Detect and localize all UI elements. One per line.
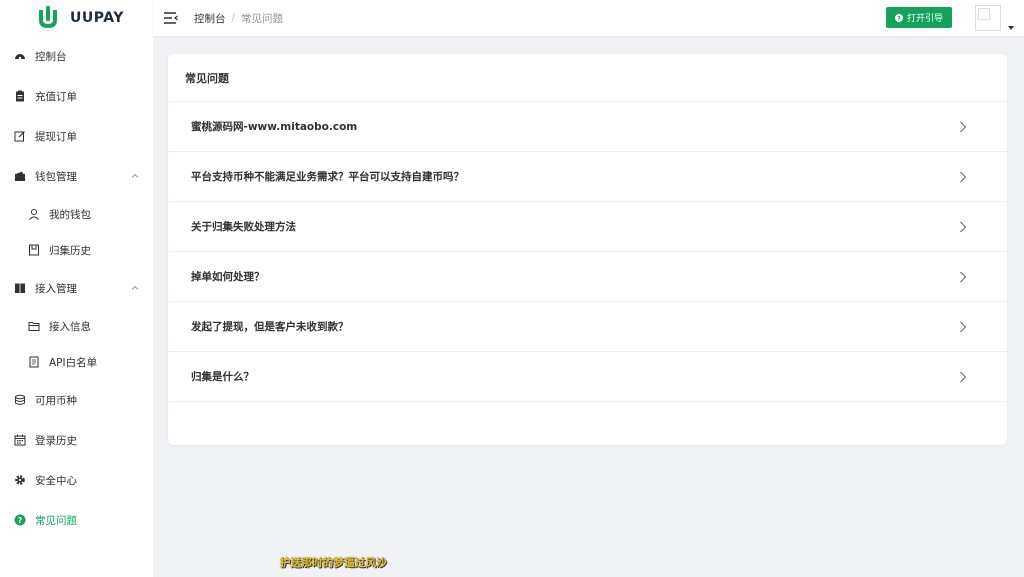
sidebar-item-label: 接入管理 [35, 282, 77, 295]
sidebar-item-label: 登录历史 [35, 434, 77, 447]
chevron-up-icon [131, 173, 139, 178]
faq-question: 平台支持币种不能满足业务需求？平台可以支持自建币吗？ [191, 171, 464, 183]
faq-card: 常见问题 蜜桃源码网-www.mitaobo.com 平台支持币种不能满足业务需… [168, 54, 1007, 445]
sidebar-item-faq[interactable]: ? 常见问题 [0, 500, 153, 540]
document-icon [28, 244, 40, 256]
chevron-right-icon [960, 371, 967, 383]
sidebar-item-api-whitelist[interactable]: API白名单 [0, 344, 153, 380]
sidebar-item-my-wallet[interactable]: 我的钱包 [0, 196, 153, 232]
faq-list: 蜜桃源码网-www.mitaobo.com 平台支持币种不能满足业务需求？平台可… [168, 102, 1007, 402]
faq-question: 蜜桃源码网-www.mitaobo.com [191, 121, 358, 133]
sidebar-item-dashboard[interactable]: 控制台 [0, 36, 153, 76]
svg-text:?: ? [18, 516, 23, 525]
faq-question: 归集是什么？ [191, 371, 254, 383]
breadcrumb: 控制台 / 常见问题 [194, 11, 283, 26]
chevron-up-icon [131, 285, 139, 290]
sidebar-item-label: 接入信息 [49, 320, 91, 333]
sidebar-item-label: 控制台 [35, 50, 67, 63]
gear-icon [14, 474, 26, 486]
faq-item[interactable]: 平台支持币种不能满足业务需求？平台可以支持自建币吗？ [168, 152, 1007, 202]
faq-item[interactable]: 蜜桃源码网-www.mitaobo.com [168, 102, 1007, 152]
sidebar-item-available-coins[interactable]: 可用币种 [0, 380, 153, 420]
chevron-right-icon [960, 321, 967, 333]
caret-down-icon[interactable] [1008, 26, 1014, 30]
sidebar-item-label: 充值订单 [35, 90, 77, 103]
sidebar-item-deposit-orders[interactable]: 充值订单 [0, 76, 153, 116]
sidebar-item-label: API白名单 [49, 356, 98, 369]
sidebar-item-label: 提现订单 [35, 130, 77, 143]
sidebar-item-collection-history[interactable]: 归集历史 [0, 232, 153, 268]
list-icon [28, 356, 40, 368]
logo-icon [39, 6, 57, 28]
sidebar-item-label: 可用币种 [35, 394, 77, 407]
sidebar-item-withdraw-orders[interactable]: 提现订单 [0, 116, 153, 156]
sidebar-item-label: 我的钱包 [49, 208, 91, 221]
breadcrumb-separator: / [231, 12, 236, 24]
open-guide-label: 打开引导 [906, 14, 943, 24]
footer-slogan: 护送那时的梦逼过风沙 [280, 557, 387, 569]
edit-icon [14, 130, 26, 142]
sidebar-item-security-center[interactable]: 安全中心 [0, 460, 153, 500]
sidebar-item-label: 归集历史 [49, 244, 91, 257]
breadcrumb-current: 常见问题 [241, 12, 284, 25]
chevron-right-icon [960, 171, 967, 183]
faq-item[interactable]: 归集是什么？ [168, 352, 1007, 402]
svg-text:?: ? [897, 15, 901, 22]
user-icon [28, 208, 40, 220]
brand-name: UUPAY [70, 10, 124, 26]
faq-question: 发起了提现，但是客户未收到款？ [191, 321, 349, 333]
calendar-icon [14, 434, 26, 446]
open-guide-button[interactable]: ? 打开引导 [886, 7, 952, 28]
menu-toggle-icon[interactable] [164, 12, 178, 24]
chevron-right-icon [960, 221, 967, 233]
sidebar-item-label: 常见问题 [35, 514, 77, 527]
card-title: 常见问题 [168, 54, 1007, 102]
logo[interactable]: UUPAY [0, 0, 153, 36]
sidebar-item-label: 安全中心 [35, 474, 77, 487]
sidebar-item-access-management[interactable]: 接入管理 [0, 268, 153, 308]
sidebar-item-label: 钱包管理 [35, 170, 77, 183]
sidebar-item-login-history[interactable]: 登录历史 [0, 420, 153, 460]
wallet-icon [14, 170, 26, 182]
faq-item[interactable]: 发起了提现，但是客户未收到款？ [168, 302, 1007, 352]
sidebar: UUPAY 控制台 充值订单 提现订单 钱包管理 我的钱包 归集历史 接入管理 … [0, 0, 153, 577]
faq-item[interactable]: 掉单如何处理？ [168, 252, 1007, 302]
question-icon: ? [894, 13, 903, 22]
sidebar-item-wallet-management[interactable]: 钱包管理 [0, 156, 153, 196]
dashboard-icon [14, 50, 26, 62]
avatar-image-placeholder [978, 8, 990, 20]
top-header: 控制台 / 常见问题 ? 打开引导 [153, 0, 1024, 36]
breadcrumb-root[interactable]: 控制台 [194, 11, 226, 26]
coins-icon [14, 394, 26, 406]
clipboard-icon [14, 90, 26, 102]
chevron-right-icon [960, 121, 967, 133]
faq-question: 关于归集失败处理方法 [191, 221, 296, 233]
chevron-right-icon [960, 271, 967, 283]
book-icon [14, 282, 26, 294]
question-icon: ? [14, 514, 26, 526]
folder-icon [28, 320, 40, 332]
faq-item[interactable]: 关于归集失败处理方法 [168, 202, 1007, 252]
faq-question: 掉单如何处理？ [191, 271, 265, 283]
avatar[interactable] [975, 5, 1001, 31]
sidebar-item-access-info[interactable]: 接入信息 [0, 308, 153, 344]
sidebar-menu: 控制台 充值订单 提现订单 钱包管理 我的钱包 归集历史 接入管理 接入信息 A… [0, 36, 153, 540]
